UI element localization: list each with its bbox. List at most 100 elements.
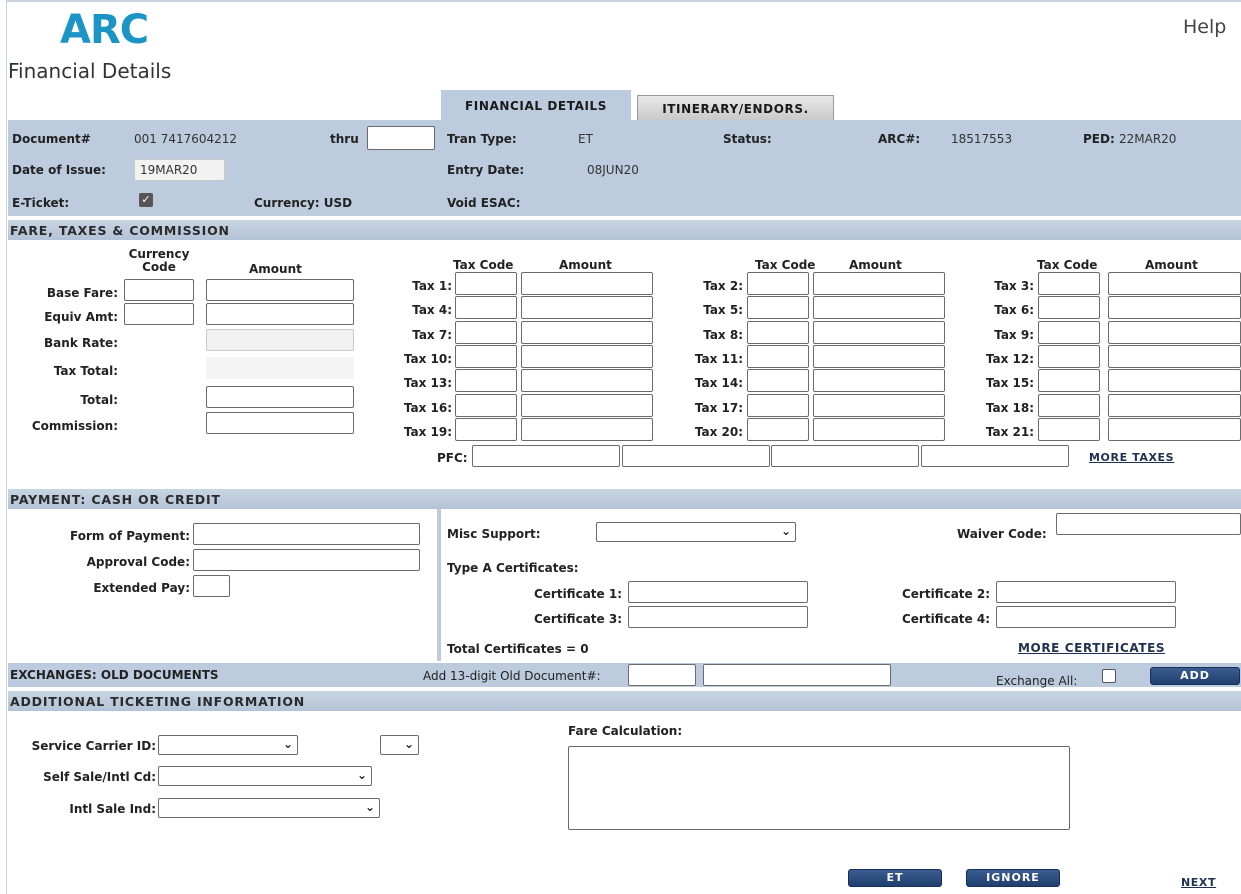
waiver-code-input[interactable] — [1056, 513, 1241, 535]
thru-label: thru — [330, 132, 359, 146]
tax-15-label: Tax 15: — [985, 376, 1034, 391]
tax-6-amount-input[interactable] — [1108, 296, 1241, 320]
old-document-prefix-input[interactable] — [628, 664, 696, 686]
chevron-down-icon: ⌄ — [403, 737, 414, 751]
tax-1-amount-input[interactable] — [521, 272, 653, 295]
extended-pay-input[interactable] — [193, 575, 230, 597]
tax-3-code-input[interactable] — [1038, 272, 1100, 295]
base-fare-amount-input[interactable] — [206, 279, 354, 301]
tab-itinerary[interactable]: ITINERARY/ENDORS. — [637, 95, 834, 120]
tax-6-code-input[interactable] — [1038, 296, 1100, 320]
misc-support-select[interactable]: ⌄ — [596, 522, 796, 542]
tax-5-amount-input[interactable] — [813, 296, 945, 320]
top-rule — [6, 0, 1241, 2]
tax-17-amount-input[interactable] — [813, 393, 945, 417]
service-carrier-select[interactable]: ⌄ — [158, 735, 298, 755]
tax-5-code-input[interactable] — [747, 296, 809, 320]
tax-10-amount-input[interactable] — [521, 344, 653, 368]
tax-12-amount-input[interactable] — [1108, 344, 1241, 368]
tax-19-code-input[interactable] — [455, 417, 517, 441]
tax-21-code-input[interactable] — [1038, 417, 1100, 441]
tax-15-code-input[interactable] — [1038, 369, 1100, 393]
tax-15-amount-input[interactable] — [1108, 369, 1241, 393]
tax-21-amount-input[interactable] — [1108, 417, 1241, 441]
tax-17-code-input[interactable] — [747, 393, 809, 417]
approval-code-input[interactable] — [193, 549, 420, 571]
tax-3-amount-input[interactable] — [1108, 272, 1241, 295]
more-taxes-link[interactable]: MORE TAXES — [1089, 451, 1174, 464]
tab-financial-details[interactable]: FINANCIAL DETAILS — [441, 90, 631, 120]
tax-16-code-input[interactable] — [455, 393, 517, 417]
tax-17-label: Tax 17: — [694, 400, 743, 415]
tax-20-amount-input[interactable] — [813, 417, 945, 441]
more-certificates-link[interactable]: MORE CERTIFICATES — [1018, 641, 1165, 655]
intl-sale-select[interactable]: ⌄ — [158, 798, 380, 818]
tax-4-amount-input[interactable] — [521, 296, 653, 320]
currency-label: Currency: USD — [254, 196, 353, 210]
tax-18-amount-input[interactable] — [1108, 393, 1241, 417]
commission-label: Commission: — [31, 419, 118, 433]
exchange-all-checkbox[interactable] — [1102, 669, 1116, 683]
void-esac-label: Void ESAC: — [447, 196, 521, 210]
tax-1-code-input[interactable] — [455, 272, 517, 295]
commission-amount-input[interactable] — [206, 412, 354, 434]
tax-9-amount-input[interactable] — [1108, 320, 1241, 344]
tax-4-code-input[interactable] — [455, 296, 517, 320]
thru-input[interactable] — [367, 126, 435, 150]
add-button[interactable]: ADD — [1150, 667, 1240, 685]
tran-type-value: ET — [578, 132, 593, 146]
tax-10-code-input[interactable] — [455, 344, 517, 368]
pfc-label: PFC: — [437, 451, 468, 465]
fare-calculation-textarea[interactable] — [568, 746, 1070, 830]
tax-20-code-input[interactable] — [747, 417, 809, 441]
entry-date-value: 08JUN20 — [587, 163, 639, 177]
tax-16-amount-input[interactable] — [521, 393, 653, 417]
help-link[interactable]: Help — [1183, 16, 1226, 38]
tax-12-code-input[interactable] — [1038, 344, 1100, 368]
chevron-down-icon: ⌄ — [780, 524, 791, 538]
tax-19-amount-input[interactable] — [521, 417, 653, 441]
old-document-number-input[interactable] — [703, 664, 891, 686]
certificate-1-input[interactable] — [628, 581, 808, 603]
tax-8-amount-input[interactable] — [813, 320, 945, 344]
tax-11-amount-input[interactable] — [813, 344, 945, 368]
pfc-input-4[interactable] — [921, 445, 1069, 467]
tax-9-label: Tax 9: — [994, 327, 1034, 342]
equiv-amt-label: Equiv Amt: — [44, 310, 118, 324]
next-link[interactable]: NEXT — [1181, 876, 1216, 889]
tax-7-amount-input[interactable] — [521, 320, 653, 344]
base-fare-currency-input[interactable] — [124, 279, 194, 301]
tax-2-code-input[interactable] — [747, 272, 809, 295]
tax-9-code-input[interactable] — [1038, 320, 1100, 344]
ped-label: PED: — [1083, 132, 1115, 146]
equiv-amt-currency-input[interactable] — [124, 303, 194, 325]
self-sale-select[interactable]: ⌄ — [158, 766, 372, 786]
certificate-3-input[interactable] — [628, 606, 808, 628]
eticket-checkbox[interactable]: ✓ — [139, 193, 153, 207]
pfc-input-2[interactable] — [622, 445, 770, 467]
total-amount-input[interactable] — [206, 386, 354, 408]
tax-7-code-input[interactable] — [455, 320, 517, 344]
form-of-payment-input[interactable] — [193, 523, 420, 545]
bank-rate-amount-input[interactable] — [206, 329, 354, 351]
certificate-2-input[interactable] — [996, 581, 1176, 603]
certificate-3-label: Certificate 3: — [533, 612, 622, 626]
tax-14-code-input[interactable] — [747, 369, 809, 393]
tax-8-code-input[interactable] — [747, 320, 809, 344]
tax-14-amount-input[interactable] — [813, 369, 945, 393]
certificate-4-input[interactable] — [996, 606, 1176, 628]
equiv-amt-amount-input[interactable] — [206, 303, 354, 325]
tax-13-amount-input[interactable] — [521, 369, 653, 393]
tax-11-code-input[interactable] — [747, 344, 809, 368]
tax-13-code-input[interactable] — [455, 369, 517, 393]
tax-18-code-input[interactable] — [1038, 393, 1100, 417]
tax-2-label: Tax 2: — [703, 279, 743, 293]
pfc-input-3[interactable] — [771, 445, 919, 467]
tax-20-label: Tax 20: — [694, 424, 743, 439]
service-carrier-secondary-select[interactable]: ⌄ — [380, 735, 419, 755]
pfc-input-1[interactable] — [472, 445, 620, 467]
et-button[interactable]: ET — [848, 869, 942, 887]
ignore-button[interactable]: IGNORE — [966, 869, 1060, 887]
service-carrier-label: Service Carrier ID: — [31, 739, 156, 753]
tax-2-amount-input[interactable] — [813, 272, 945, 295]
